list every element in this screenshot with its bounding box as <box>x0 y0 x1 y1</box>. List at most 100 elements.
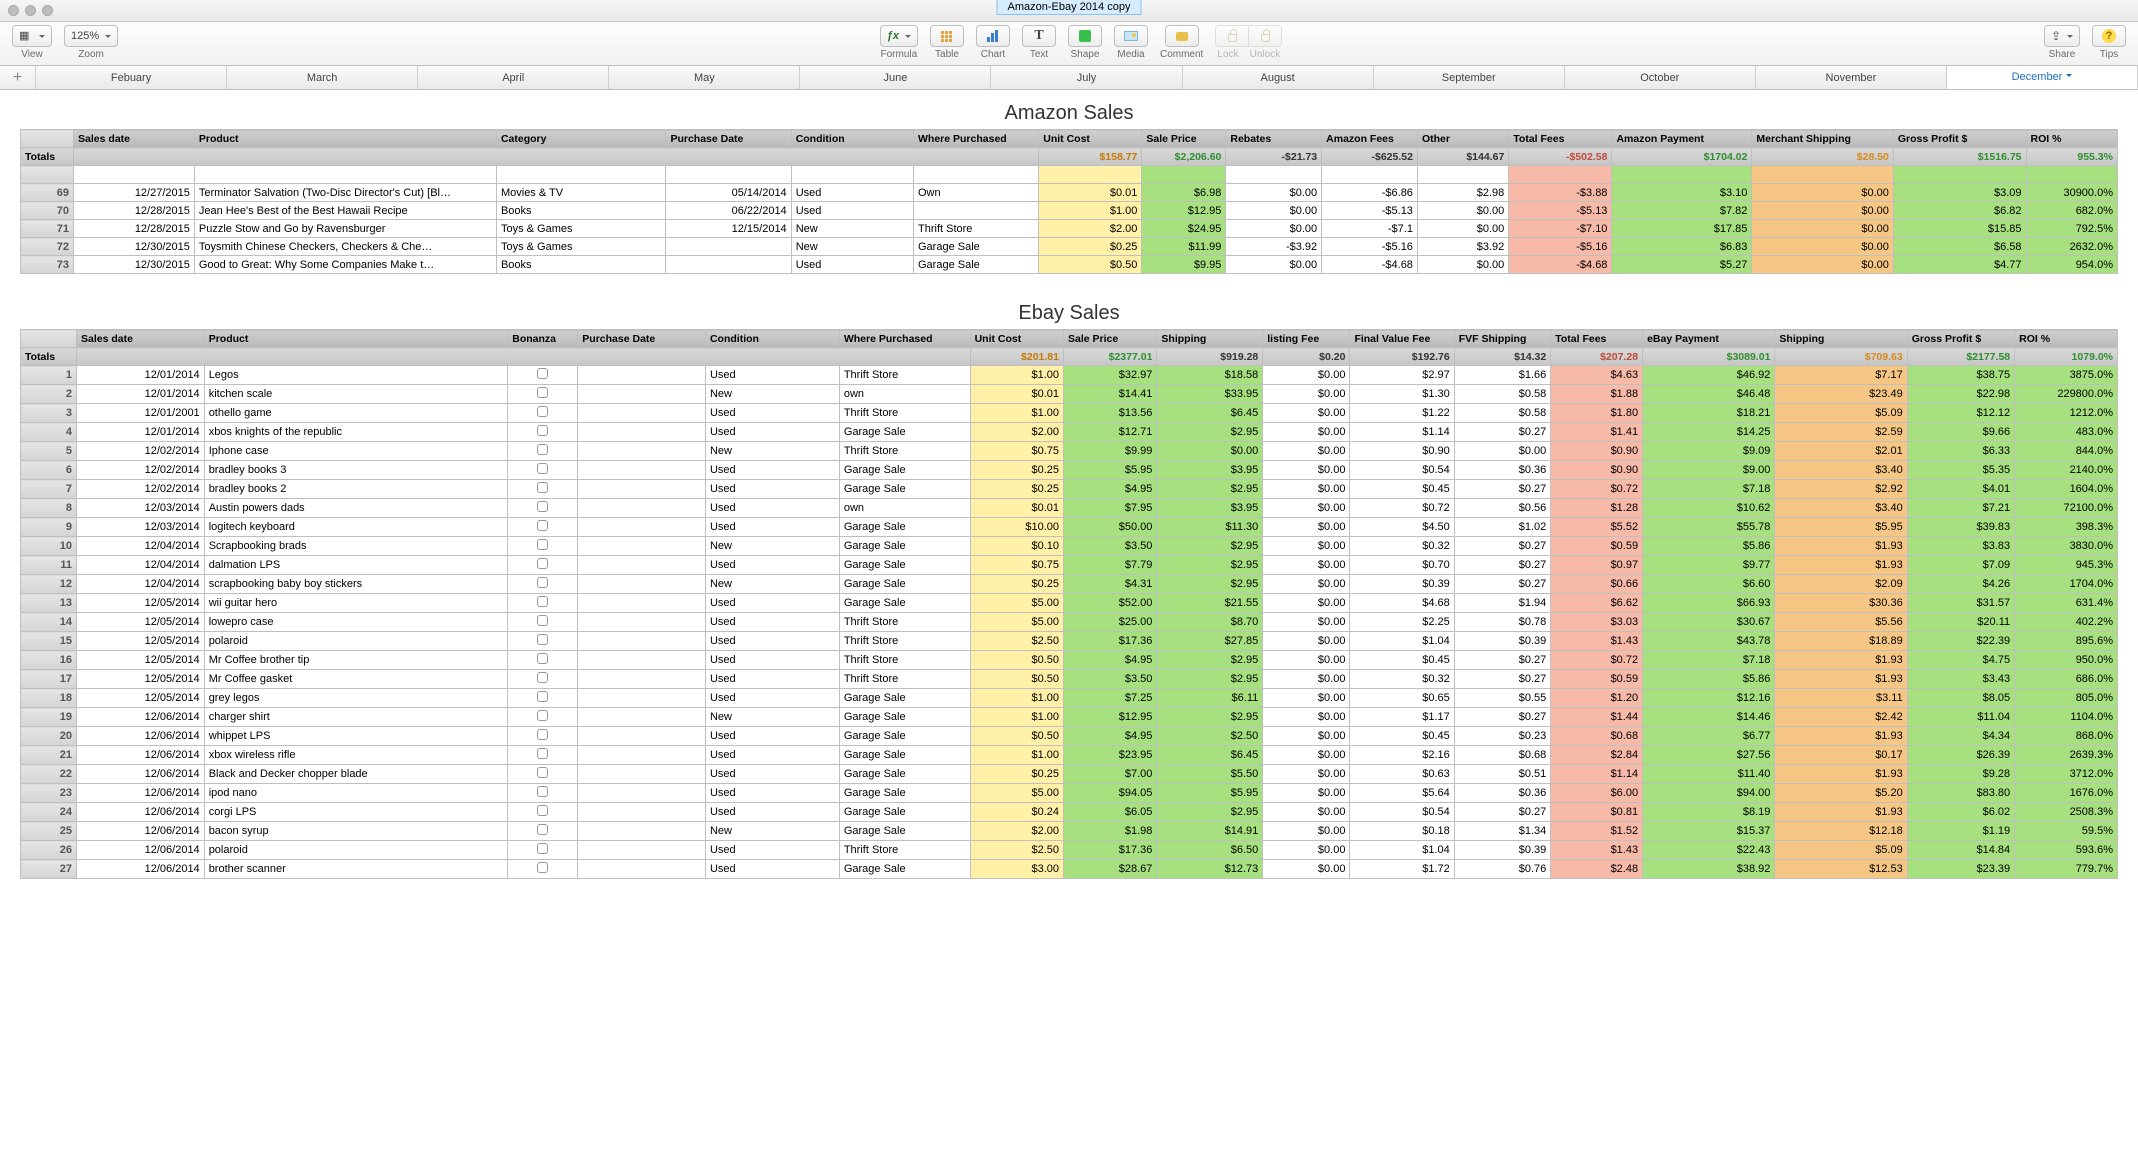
comment-button[interactable] <box>1165 25 1199 47</box>
table-row[interactable]: 1312/05/2014wii guitar heroUsedGarage Sa… <box>21 594 2118 613</box>
sheet-tab-november[interactable]: November <box>1756 66 1947 89</box>
bonanza-checkbox[interactable] <box>508 765 578 784</box>
table-row[interactable]: 1712/05/2014Mr Coffee gasketUsedThrift S… <box>21 670 2118 689</box>
table-row[interactable]: 712/02/2014bradley books 2UsedGarage Sal… <box>21 480 2118 499</box>
table-row[interactable]: 2012/06/2014whippet LPSUsedGarage Sale$0… <box>21 727 2118 746</box>
bonanza-checkbox[interactable] <box>508 841 578 860</box>
bonanza-checkbox[interactable] <box>508 746 578 765</box>
col-header[interactable]: Purchase Date <box>666 130 791 148</box>
bonanza-checkbox[interactable] <box>508 423 578 442</box>
sheet-tab-august[interactable]: August <box>1183 66 1374 89</box>
bonanza-checkbox[interactable] <box>508 518 578 537</box>
col-header[interactable]: Gross Profit $ <box>1893 130 2026 148</box>
col-header[interactable]: Final Value Fee <box>1350 330 1454 348</box>
table-row[interactable]: 1212/04/2014scrapbooking baby boy sticke… <box>21 575 2118 594</box>
minimize-icon[interactable] <box>25 5 36 16</box>
bonanza-checkbox[interactable] <box>508 708 578 727</box>
table-row[interactable]: 312/01/2001othello gameUsedThrift Store$… <box>21 404 2118 423</box>
col-header[interactable]: Unit Cost <box>1039 130 1142 148</box>
bonanza-checkbox[interactable] <box>508 480 578 499</box>
col-header[interactable]: ROI % <box>2026 130 2117 148</box>
col-header[interactable]: Sale Price <box>1064 330 1157 348</box>
table-row[interactable]: 812/03/2014Austin powers dadsUsedown$0.0… <box>21 499 2118 518</box>
col-header[interactable]: Sales date <box>74 130 195 148</box>
amazon-body[interactable]: 6912/27/2015Terminator Salvation (Two-Di… <box>21 166 2118 274</box>
bonanza-checkbox[interactable] <box>508 727 578 746</box>
bonanza-checkbox[interactable] <box>508 366 578 385</box>
table-row[interactable]: 1512/05/2014polaroidUsedThrift Store$2.5… <box>21 632 2118 651</box>
bonanza-checkbox[interactable] <box>508 537 578 556</box>
col-header[interactable]: eBay Payment <box>1643 330 1775 348</box>
sheet-tab-april[interactable]: April <box>418 66 609 89</box>
table-row[interactable]: 412/01/2014xbos knights of the republicU… <box>21 423 2118 442</box>
bonanza-checkbox[interactable] <box>508 784 578 803</box>
table-row[interactable]: 7212/30/2015Toysmith Chinese Checkers, C… <box>21 238 2118 256</box>
col-header[interactable]: ROI % <box>2015 330 2118 348</box>
table-row[interactable]: 2112/06/2014xbox wireless rifleUsedGarag… <box>21 746 2118 765</box>
col-header[interactable]: Product <box>194 130 496 148</box>
bonanza-checkbox[interactable] <box>508 385 578 404</box>
bonanza-checkbox[interactable] <box>508 651 578 670</box>
table-row[interactable]: 2512/06/2014bacon syrupNewGarage Sale$2.… <box>21 822 2118 841</box>
sheet-tab-december[interactable]: December <box>1947 66 2138 89</box>
col-header[interactable]: Purchase Date <box>578 330 706 348</box>
document-title-tab[interactable]: Amazon-Ebay 2014 copy <box>997 0 1142 15</box>
zoom-select[interactable]: 125% <box>64 25 118 47</box>
table-button[interactable] <box>930 25 964 47</box>
table-row[interactable]: 1812/05/2014grey legosUsedGarage Sale$1.… <box>21 689 2118 708</box>
table-row[interactable]: 7312/30/2015Good to Great: Why Some Comp… <box>21 256 2118 274</box>
col-header[interactable]: Sale Price <box>1142 130 1226 148</box>
table-row[interactable]: 912/03/2014logitech keyboardUsedGarage S… <box>21 518 2118 537</box>
bonanza-checkbox[interactable] <box>508 499 578 518</box>
col-header[interactable]: Total Fees <box>1509 130 1612 148</box>
ebay-body[interactable]: 112/01/2014LegosUsedThrift Store$1.00$32… <box>21 366 2118 879</box>
sheet-tab-march[interactable]: March <box>227 66 418 89</box>
bonanza-checkbox[interactable] <box>508 632 578 651</box>
col-header[interactable]: Rebates <box>1226 130 1322 148</box>
col-header[interactable]: Product <box>204 330 508 348</box>
col-header[interactable]: Category <box>496 130 665 148</box>
table-row[interactable]: 512/02/2014Iphone caseNewThrift Store$0.… <box>21 442 2118 461</box>
ebay-table[interactable]: Sales dateProductBonanzaPurchase DateCon… <box>20 329 2118 879</box>
table-row[interactable]: 1912/06/2014charger shirtNewGarage Sale$… <box>21 708 2118 727</box>
sheet-tab-september[interactable]: September <box>1374 66 1565 89</box>
bonanza-checkbox[interactable] <box>508 803 578 822</box>
table-row[interactable]: 112/01/2014LegosUsedThrift Store$1.00$32… <box>21 366 2118 385</box>
bonanza-checkbox[interactable] <box>508 461 578 480</box>
chart-button[interactable] <box>976 25 1010 47</box>
table-row[interactable]: 1612/05/2014Mr Coffee brother tipUsedThr… <box>21 651 2118 670</box>
add-sheet-button[interactable]: + <box>0 66 36 89</box>
table-row[interactable]: 1012/04/2014Scrapbooking bradsNewGarage … <box>21 537 2118 556</box>
bonanza-checkbox[interactable] <box>508 594 578 613</box>
table-row[interactable]: 2412/06/2014corgi LPSUsedGarage Sale$0.2… <box>21 803 2118 822</box>
media-button[interactable] <box>1114 25 1148 47</box>
table-row[interactable]: 1112/04/2014dalmation LPSUsedGarage Sale… <box>21 556 2118 575</box>
bonanza-checkbox[interactable] <box>508 860 578 879</box>
table-row[interactable]: 612/02/2014bradley books 3UsedGarage Sal… <box>21 461 2118 480</box>
col-header[interactable]: Bonanza <box>508 330 578 348</box>
col-header[interactable]: Amazon Fees <box>1322 130 1418 148</box>
bonanza-checkbox[interactable] <box>508 575 578 594</box>
col-header[interactable]: Where Purchased <box>839 330 970 348</box>
table-row[interactable]: 7112/28/2015Puzzle Stow and Go by Ravens… <box>21 220 2118 238</box>
bonanza-checkbox[interactable] <box>508 613 578 632</box>
col-header[interactable]: Condition <box>791 130 913 148</box>
table-row[interactable]: 212/01/2014kitchen scaleNewown$0.01$14.4… <box>21 385 2118 404</box>
col-header[interactable]: Shipping <box>1775 330 1907 348</box>
sheet-tab-may[interactable]: May <box>609 66 800 89</box>
sheet-tab-july[interactable]: July <box>991 66 1182 89</box>
col-header[interactable]: Where Purchased <box>914 130 1039 148</box>
bonanza-checkbox[interactable] <box>508 822 578 841</box>
col-header[interactable]: Shipping <box>1157 330 1263 348</box>
amazon-table[interactable]: Sales dateProductCategoryPurchase DateCo… <box>20 129 2118 274</box>
col-header[interactable]: Total Fees <box>1551 330 1643 348</box>
col-header[interactable]: Condition <box>705 330 839 348</box>
table-row[interactable] <box>21 166 2118 184</box>
bonanza-checkbox[interactable] <box>508 442 578 461</box>
bonanza-checkbox[interactable] <box>508 670 578 689</box>
table-row[interactable]: 6912/27/2015Terminator Salvation (Two-Di… <box>21 184 2118 202</box>
sheet-tab-febuary[interactable]: Febuary <box>36 66 227 89</box>
view-button[interactable]: ▦ <box>12 25 52 47</box>
bonanza-checkbox[interactable] <box>508 404 578 423</box>
col-header[interactable]: Gross Profit $ <box>1907 330 2014 348</box>
